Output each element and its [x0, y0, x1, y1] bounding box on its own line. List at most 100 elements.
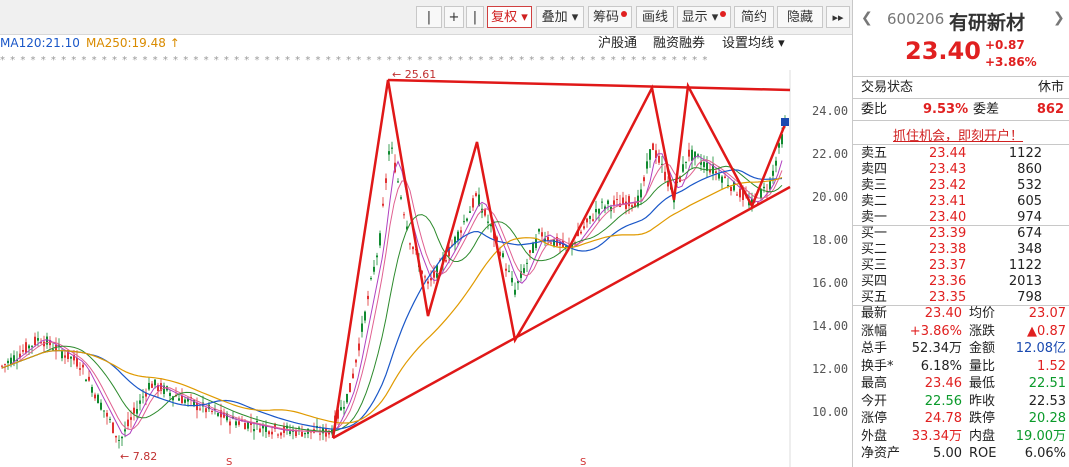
candle-body: [658, 155, 660, 163]
candle-body: [247, 421, 249, 429]
candle-body: [148, 382, 150, 390]
candle-body: [463, 221, 465, 223]
candle-body: [682, 164, 684, 172]
candle-body: [403, 214, 405, 216]
candle-body: [721, 176, 723, 183]
candle-body: [229, 421, 231, 426]
y-tick: 22.00: [812, 147, 849, 161]
open-account-link[interactable]: 抓住机会，即刻开户！: [893, 125, 1023, 144]
ma-line: [1, 165, 783, 433]
candle-body: [628, 196, 630, 207]
candle-body: [79, 368, 81, 370]
candle-body: [4, 364, 6, 366]
candle-body: [118, 439, 120, 441]
candle-body: [70, 356, 72, 359]
quote-panel: ❮ 600206 有研新材 ❯ 23.40 +0.87 +3.86% 交易状态 …: [852, 0, 1069, 467]
candle-body: [94, 394, 96, 399]
candle-body: [124, 429, 126, 432]
candle-body: [601, 201, 603, 203]
stat-row: 外盘 33.34万 内盘 19.00万: [861, 428, 1066, 444]
candle-body: [760, 188, 762, 199]
candle-body: [484, 209, 486, 216]
candle-body: [340, 407, 342, 411]
kline-chart-panel[interactable]: | + | 复权 ▾ 叠加 ▾ 筹码 画线 显示 ▾ 简约 隐藏 ▸▸ MA12…: [0, 0, 852, 467]
current-price: 23.40: [905, 37, 981, 65]
candle-body: [238, 421, 240, 425]
candle-body: [715, 171, 717, 174]
candle-body: [130, 417, 132, 420]
candle-body: [502, 253, 504, 258]
candle-body: [199, 408, 201, 410]
candle-body: [385, 178, 387, 183]
buy-order-row: 买五 23.35 798: [861, 290, 1042, 305]
candle-body: [211, 410, 213, 412]
candle-body: [580, 231, 582, 234]
candle-body: [649, 149, 651, 160]
candle-body: [115, 435, 117, 438]
low-annotation: ← 7.82: [120, 450, 157, 463]
next-stock-icon[interactable]: ❯: [1053, 10, 1065, 26]
candle-body: [295, 431, 297, 437]
candle-body: [466, 218, 468, 221]
candle-body: [259, 428, 261, 433]
candle-body: [730, 186, 732, 192]
candle-body: [664, 171, 666, 181]
candle-body: [523, 268, 525, 273]
candle-body: [688, 149, 690, 157]
candle-body: [379, 233, 381, 246]
candle-body: [25, 342, 27, 353]
price-change: +0.87: [985, 38, 1025, 52]
candle-body: [133, 407, 135, 414]
candle-body: [508, 270, 510, 272]
candle-body: [304, 432, 306, 435]
candle-body: [88, 376, 90, 381]
candle-body: [511, 277, 513, 283]
candle-body: [550, 242, 552, 244]
s-marker: S: [226, 457, 232, 467]
candle-body: [475, 193, 477, 196]
candle-body: [235, 421, 237, 426]
candle-body: [277, 434, 279, 436]
candle-body: [412, 246, 414, 250]
moving-average-lines: [1, 153, 783, 437]
candle-body: [169, 392, 171, 396]
candle-body: [37, 338, 39, 341]
candle-body: [646, 161, 648, 169]
candle-body: [400, 197, 402, 199]
prev-stock-icon[interactable]: ❮: [861, 10, 873, 26]
buy-order-row: 买三 23.37 1122: [861, 258, 1042, 273]
candle-body: [268, 431, 270, 435]
candle-body: [256, 420, 258, 423]
stat-row: 净资产 5.00 ROE 6.06%: [861, 446, 1066, 461]
candle-body: [346, 393, 348, 403]
candle-body: [541, 232, 543, 237]
candle-body: [643, 177, 645, 182]
candle-body: [136, 408, 138, 414]
candle-body: [424, 276, 426, 278]
candle-body: [640, 189, 642, 198]
candle-body: [613, 200, 615, 205]
candle-body: [28, 345, 30, 349]
candle-body: [352, 373, 354, 378]
s-marker: S: [580, 457, 586, 467]
ma-line: [1, 153, 783, 437]
candle-body: [457, 231, 459, 241]
stat-row: 涨停 24.78 跌停 20.28: [861, 411, 1066, 426]
candle-body: [487, 221, 489, 223]
arrow-markers: S S: [226, 457, 586, 467]
candle-body: [529, 250, 531, 253]
candle-body: [583, 226, 585, 229]
candle-body: [319, 433, 321, 435]
candle-body: [7, 360, 9, 364]
status-row: 交易状态 休市: [861, 80, 1064, 95]
candle-body: [109, 418, 111, 420]
sell-order-row: 卖二 23.41 605: [861, 194, 1042, 209]
sell-order-row: 卖一 23.40 974: [861, 210, 1042, 225]
candle-body: [142, 396, 144, 398]
trend-zigzag: [331, 79, 788, 439]
ma-line: [1, 159, 783, 433]
candle-body: [361, 323, 363, 332]
price-change-pct: +3.86%: [985, 55, 1037, 69]
buy-order-row: 买四 23.36 2013: [861, 274, 1042, 289]
y-tick: 18.00: [812, 233, 849, 247]
